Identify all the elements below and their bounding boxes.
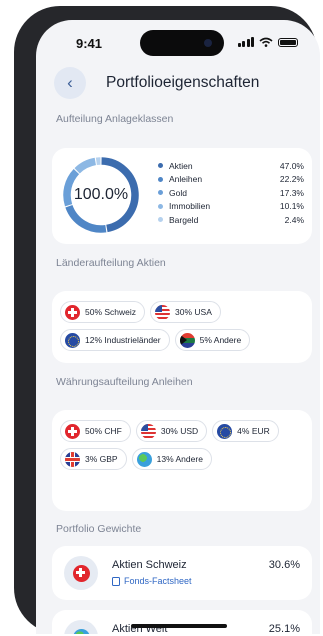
weight-value: 30.6% xyxy=(268,559,300,571)
signal-icon xyxy=(237,37,254,47)
allocation-chip: 5% Andere xyxy=(174,329,251,351)
chip-label: 3% GBP xyxy=(85,454,118,464)
battery-icon xyxy=(278,37,298,47)
header: ‹ Portfolioeigenschaften xyxy=(54,67,306,99)
weight-value: 25.1% xyxy=(268,623,300,634)
legend-label: Anleihen xyxy=(169,174,203,185)
us-flag-icon xyxy=(155,304,171,320)
allocation-legend: Aktien 47.0% Anleihen 22.2% Gold 17.3% Immobil… xyxy=(158,159,304,227)
legend-label: Immobilien xyxy=(169,201,211,212)
eu-flag-icon xyxy=(65,332,80,348)
legend-row: Bargeld 2.4% xyxy=(158,213,304,227)
allocation-chip: 4% EUR xyxy=(212,420,279,442)
chip-label: 50% Schweiz xyxy=(85,307,137,317)
legend-row: Aktien 47.0% xyxy=(158,159,304,173)
chip-label: 13% Andere xyxy=(156,454,203,464)
allocation-total: 100.0% xyxy=(73,186,129,203)
weight-name: Aktien Schweiz xyxy=(112,559,187,571)
legend-value: 17.3% xyxy=(279,187,304,198)
home-indicator xyxy=(131,624,227,628)
legend-value: 10.1% xyxy=(279,201,304,212)
allocation-chip: 13% Andere xyxy=(131,448,212,470)
chip-label: 5% Andere xyxy=(199,335,242,345)
weight-row[interactable]: Aktien Welt 25.1% xyxy=(52,610,312,634)
globe-icon xyxy=(72,628,90,634)
weight-row[interactable]: Aktien Schweiz 30.6% Fonds-Factsheet xyxy=(52,546,312,600)
currencies-card: 50% CHF 30% USD 4% EUR 3% GBP 13% Andere xyxy=(52,410,312,511)
factsheet-link[interactable]: Fonds-Factsheet xyxy=(112,576,192,586)
factsheet-link-label: Fonds-Factsheet xyxy=(124,576,192,586)
legend-value: 2.4% xyxy=(284,214,304,225)
legend-label: Aktien xyxy=(169,160,193,171)
currencies-section-label: Währungsaufteilung Anleihen xyxy=(56,376,193,388)
status-time: 9:41 xyxy=(76,36,103,51)
chip-label: 30% USA xyxy=(175,307,212,317)
phone-frame: 9:41 ‹ Portfolioeigenschaften Aufteilung… xyxy=(14,6,320,634)
countries-card: 50% Schweiz 30% USA 12% Industrieländer 5% … xyxy=(52,291,312,363)
countries-chip-list: 50% Schweiz 30% USA 12% Industrieländer 5% … xyxy=(60,301,304,351)
chip-label: 4% EUR xyxy=(237,426,270,436)
app-screen: 9:41 ‹ Portfolioeigenschaften Aufteilung… xyxy=(36,20,320,634)
allocation-chip: 3% GBP xyxy=(60,448,127,470)
page-title: Portfolioeigenschaften xyxy=(106,74,260,91)
status-icons xyxy=(237,37,298,47)
legend-dot xyxy=(158,176,163,182)
weight-icon-badge xyxy=(64,620,98,634)
legend-dot xyxy=(158,203,163,209)
swiss-flag-icon xyxy=(72,564,90,582)
legend-row: Anleihen 22.2% xyxy=(158,173,304,187)
allocation-section-label: Aufteilung Anlageklassen xyxy=(56,113,174,125)
globe-icon xyxy=(136,451,152,467)
back-button[interactable]: ‹ xyxy=(54,67,86,99)
weight-icon-badge xyxy=(64,556,98,590)
allocation-card: 100.0% Aktien 47.0% Anleihen 22.2% Gold 17.3%… xyxy=(52,148,312,244)
allocation-chip: 50% Schweiz xyxy=(60,301,146,323)
countries-section-label: Länderaufteilung Aktien xyxy=(56,257,166,269)
swiss-flag-icon xyxy=(65,423,80,439)
south-africa-flag-icon xyxy=(179,332,195,348)
legend-dot xyxy=(158,190,163,196)
legend-label: Bargeld xyxy=(169,214,199,225)
uk-flag-icon xyxy=(65,451,80,467)
camera-icon xyxy=(204,39,212,47)
allocation-chip: 50% CHF xyxy=(60,420,131,442)
wifi-icon xyxy=(259,37,273,47)
legend-row: Immobilien 10.1% xyxy=(158,200,304,214)
document-icon xyxy=(112,576,120,586)
legend-label: Gold xyxy=(169,187,187,198)
allocation-chip: 30% USA xyxy=(150,301,221,323)
swiss-flag-icon xyxy=(65,304,80,320)
chip-label: 30% USD xyxy=(160,426,199,436)
allocation-chip: 12% Industrieländer xyxy=(60,329,170,351)
weights-section-label: Portfolio Gewichte xyxy=(56,523,142,535)
dynamic-island xyxy=(140,30,224,56)
eu-flag-icon xyxy=(217,423,233,439)
legend-value: 47.0% xyxy=(279,160,304,171)
legend-value: 22.2% xyxy=(279,174,304,185)
legend-dot xyxy=(158,217,163,223)
chip-label: 50% CHF xyxy=(85,426,122,436)
us-flag-icon xyxy=(140,423,156,439)
legend-dot xyxy=(158,163,163,169)
chip-label: 12% Industrieländer xyxy=(85,335,161,345)
legend-row: Gold 17.3% xyxy=(158,186,304,200)
allocation-chip: 30% USD xyxy=(135,420,208,442)
currencies-chip-list: 50% CHF 30% USD 4% EUR 3% GBP 13% Andere xyxy=(60,420,304,470)
